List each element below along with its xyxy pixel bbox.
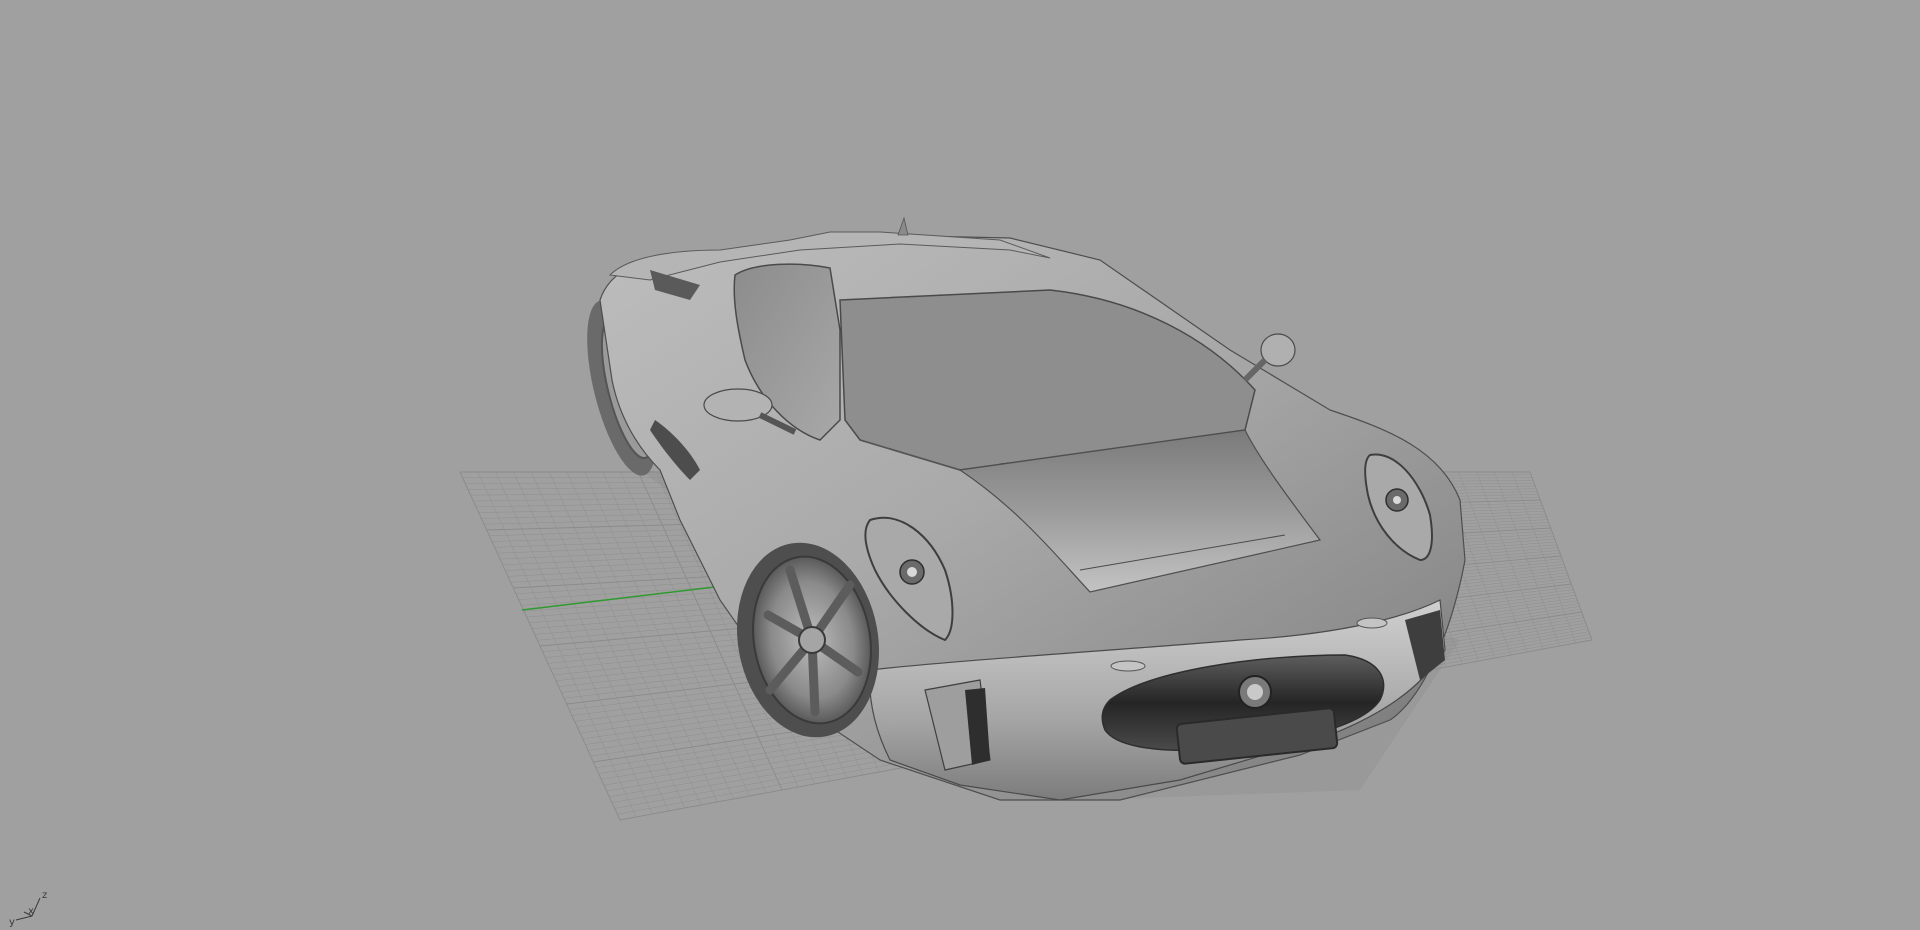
axis-label-x: x (28, 906, 34, 917)
viewport-perspective[interactable]: z x y (0, 0, 1920, 930)
car-model[interactable] (573, 216, 1466, 801)
scene-canvas[interactable] (0, 0, 1920, 930)
right-mirror (1242, 333, 1296, 383)
axis-label-z: z (42, 890, 47, 901)
grid-line (1458, 471, 1528, 653)
axis-triad-icon: z x y (9, 890, 47, 928)
front-badge (1238, 675, 1272, 709)
world-axis-y (521, 583, 741, 611)
axis-label-y: y (9, 917, 15, 928)
